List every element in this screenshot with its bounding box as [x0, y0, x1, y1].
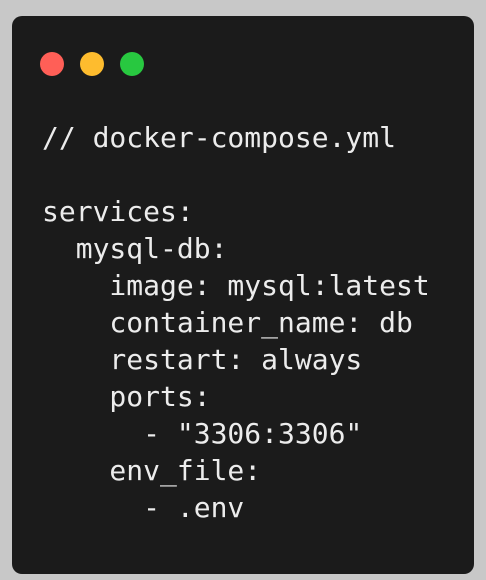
- code-line-service-name: mysql-db:: [42, 232, 228, 265]
- code-line-env-entry: - .env: [42, 491, 245, 524]
- code-block: // docker-compose.yml services: mysql-db:…: [42, 119, 430, 526]
- minimize-dot-icon[interactable]: [80, 52, 104, 76]
- code-line-container-name: container_name: db: [42, 306, 413, 339]
- code-line-ports: ports:: [42, 380, 211, 413]
- maximize-dot-icon[interactable]: [120, 52, 144, 76]
- code-line-env-file: env_file:: [42, 454, 262, 487]
- code-line-port-mapping: - "3306:3306": [42, 417, 363, 450]
- code-line-comment: // docker-compose.yml: [42, 121, 397, 154]
- code-line-services: services:: [42, 195, 194, 228]
- window-controls: [40, 52, 144, 76]
- close-dot-icon[interactable]: [40, 52, 64, 76]
- code-line-image: image: mysql:latest: [42, 269, 430, 302]
- code-line-restart: restart: always: [42, 343, 363, 376]
- code-window: // docker-compose.yml services: mysql-db:…: [12, 16, 474, 574]
